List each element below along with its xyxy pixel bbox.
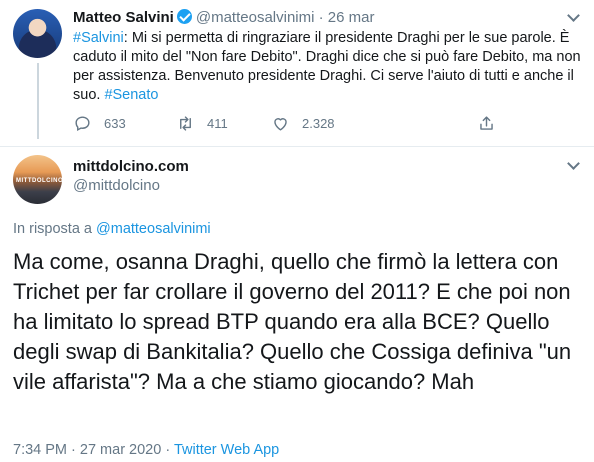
verified-icon [176, 9, 192, 24]
action-bar: 633 411 2.328 [73, 112, 513, 134]
heart-icon [274, 117, 287, 131]
handle[interactable]: @mittdolcino [73, 176, 160, 196]
share-icon [480, 115, 493, 130]
retweet-button[interactable]: 411 [176, 112, 228, 134]
parent-tweet-text: #Salvini: Mi si permetta di ringraziare … [73, 29, 581, 105]
tweet-meta: 7:34 PM · 27 mar 2020 · Twitter Web App [13, 441, 279, 459]
chevron-down-icon[interactable] [566, 10, 580, 24]
avatar[interactable]: MITTDOLCINO [13, 155, 62, 204]
source-link[interactable]: Twitter Web App [174, 442, 279, 458]
divider [0, 146, 594, 147]
reply-prefix: In risposta a [13, 221, 97, 237]
retweet-count: 411 [207, 115, 228, 131]
like-count: 2.328 [302, 115, 335, 131]
hashtag-link[interactable]: #Salvini [73, 30, 124, 46]
retweet-icon [180, 115, 191, 131]
tweet-date[interactable]: 26 mar [328, 9, 375, 26]
display-name[interactable]: mittdolcino.com [73, 157, 189, 177]
share-button[interactable] [477, 112, 508, 134]
hashtag-link[interactable]: #Senato [104, 87, 158, 103]
reply-handle-link[interactable]: @matteosalvinimi [96, 221, 211, 237]
handle[interactable]: @matteosalvinimi [196, 9, 315, 26]
display-name[interactable]: Matteo Salvini [73, 9, 174, 26]
parent-tweet-header: Matteo Salvini @matteosalvinimi · 26 mar [73, 8, 374, 28]
parent-tweet[interactable]: Matteo Salvini @matteosalvinimi · 26 mar … [0, 0, 594, 146]
thread-connector [37, 63, 39, 139]
reply-count: 633 [104, 115, 126, 131]
reply-button[interactable]: 633 [73, 112, 126, 134]
separator: · [318, 9, 324, 26]
chevron-down-icon[interactable] [566, 158, 580, 172]
like-button[interactable]: 2.328 [271, 112, 335, 134]
tweet-time[interactable]: 7:34 PM [13, 442, 67, 458]
separator: · [161, 442, 174, 458]
separator: · [67, 442, 80, 458]
avatar-logo-text: MITTDOLCINO [16, 178, 62, 184]
reply-tweet-text: Ma come, osanna Draghi, quello che firmò… [13, 249, 572, 394]
avatar[interactable] [13, 9, 62, 58]
reply-context: In risposta a @matteosalvinimi [13, 219, 211, 239]
tweet-date[interactable]: 27 mar 2020 [80, 442, 161, 458]
reply-icon [75, 115, 90, 131]
